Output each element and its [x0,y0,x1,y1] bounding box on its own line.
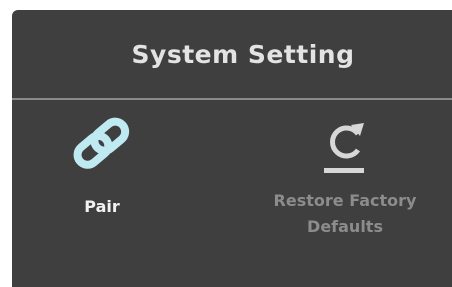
restore-label-line1: Restore Factory [273,191,417,210]
restore-factory-defaults-option[interactable]: Restore Factory Defaults [238,100,452,240]
header: System Setting [12,10,452,98]
pair-option[interactable]: Pair [32,100,172,220]
pair-label: Pair [84,197,120,216]
system-setting-screen: System Setting Pair Restore Factory Defa… [12,10,452,287]
page-title: System Setting [131,39,355,69]
link-chain-icon [73,117,130,169]
restore-refresh-icon [324,123,364,173]
restore-label-line2: Defaults [307,217,383,236]
